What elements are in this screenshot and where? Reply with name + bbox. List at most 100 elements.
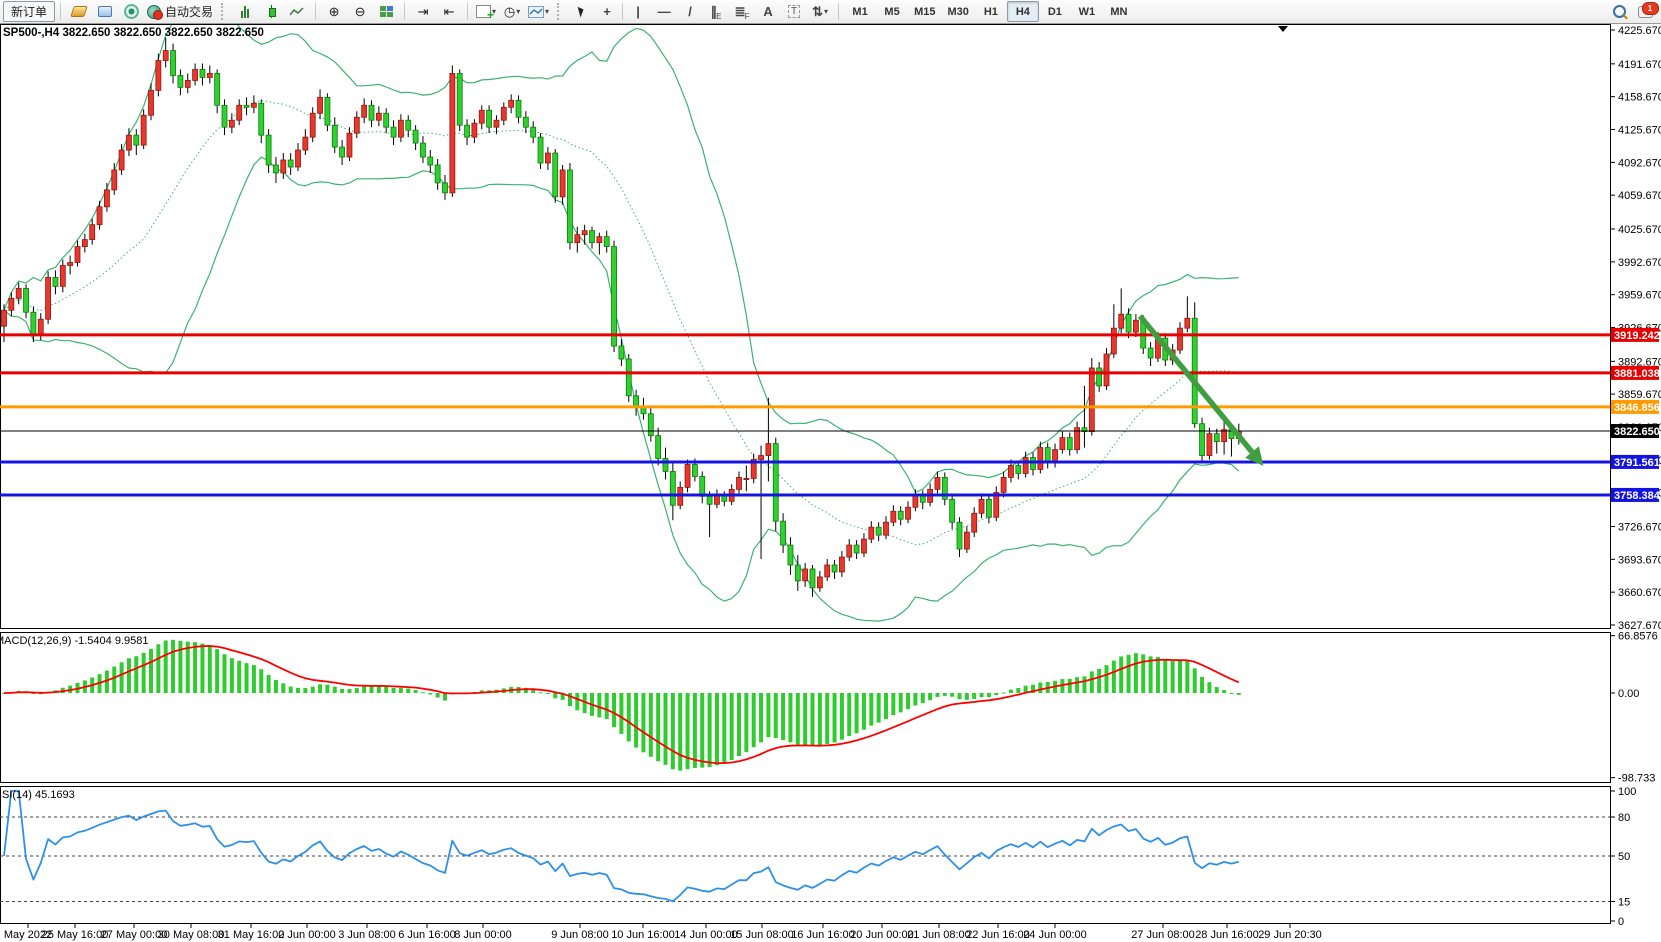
chart-shift-button[interactable]: ⇥ <box>410 1 436 22</box>
cursor-tool-button[interactable] <box>568 1 594 22</box>
candle-body <box>986 499 991 517</box>
timeframe-m15-button[interactable]: M15 <box>908 1 941 22</box>
fibonacci-tool-button[interactable]: ≣F <box>729 1 755 22</box>
candle-body <box>406 120 411 130</box>
macd-tick-label: 0.00 <box>1618 688 1639 700</box>
zoom-out-button[interactable]: ⊖ <box>347 1 373 22</box>
arrows-tool-button[interactable]: ⇅▾ <box>807 1 833 22</box>
macd-bar <box>877 693 881 723</box>
channel-tool-button[interactable]: ∥E <box>703 1 729 22</box>
macd-bar <box>649 693 653 757</box>
auto-trading-button[interactable]: 自动交易 <box>144 1 216 22</box>
candlestick-chart-button[interactable] <box>258 1 284 22</box>
new-order-button[interactable]: 新订单 <box>3 1 55 22</box>
new-chart-button[interactable]: ▾ <box>473 1 499 22</box>
candle-body <box>795 565 800 581</box>
macd-bar <box>700 693 704 768</box>
macd-bar <box>575 693 579 710</box>
chart-title: SP500-,H4 3822.650 3822.650 3822.650 382… <box>3 27 264 39</box>
macd-bar <box>1038 683 1042 693</box>
macd-bar <box>766 693 770 737</box>
periods-button[interactable]: ◷▾ <box>499 1 525 22</box>
candle-body <box>1038 448 1043 470</box>
timeframe-w1-button[interactable]: W1 <box>1071 1 1103 22</box>
auto-scroll-button[interactable]: ⇤ <box>436 1 462 22</box>
candle-body <box>884 522 889 535</box>
candle-body <box>244 105 249 107</box>
toolbar-drag-handle[interactable] <box>557 3 563 20</box>
strategy-tester-button[interactable] <box>118 1 144 22</box>
terminal-button[interactable] <box>92 1 118 22</box>
timeframe-m30-button[interactable]: M30 <box>941 1 974 22</box>
macd-bar <box>223 654 227 693</box>
templates-button[interactable]: ▾ <box>525 1 552 22</box>
candle-body <box>222 105 227 127</box>
candle-body <box>1126 314 1131 332</box>
timeframe-d1-button[interactable]: D1 <box>1039 1 1071 22</box>
search-button[interactable] <box>1606 1 1632 22</box>
price-label-box: 3846.856 <box>1611 400 1660 414</box>
toolbar-drag-handle[interactable] <box>221 3 227 20</box>
zoom-in-button[interactable]: ⊕ <box>321 1 347 22</box>
macd-bar <box>384 687 388 693</box>
chat-bubble-icon: 1 <box>1638 6 1653 18</box>
macd-bar <box>1002 693 1006 694</box>
tile-windows-button[interactable] <box>373 1 399 22</box>
candle-body <box>1200 424 1205 456</box>
macd-bar <box>950 693 954 697</box>
candle-body <box>516 100 521 117</box>
bar-chart-icon <box>241 6 249 18</box>
candle-body <box>957 522 962 549</box>
macd-bar <box>164 640 168 693</box>
timeframe-h1-button[interactable]: H1 <box>975 1 1007 22</box>
candle-body <box>773 444 778 522</box>
macd-bar <box>1222 690 1226 693</box>
candle-body <box>501 107 506 120</box>
text-tool-button[interactable]: A <box>755 1 781 22</box>
dropdown-caret-icon: ▾ <box>516 8 520 16</box>
terminal-icon <box>98 6 112 17</box>
notifications-button[interactable]: 1 <box>1632 1 1658 22</box>
macd-bar <box>1127 655 1131 693</box>
timeframe-mn-button[interactable]: MN <box>1103 1 1135 22</box>
candle-body <box>964 532 969 549</box>
arrows-icon: ⇅ <box>812 4 823 20</box>
macd-bar <box>325 685 329 693</box>
candle-body <box>171 51 176 76</box>
price-chart-svg[interactable]: 4225.6704191.6704158.6704125.6704092.670… <box>0 0 1661 942</box>
macd-bar <box>134 656 138 693</box>
time-tick-label: 31 May 16:00 <box>218 929 285 941</box>
candle-body <box>509 100 514 107</box>
candle-body <box>1111 328 1116 354</box>
macd-bar <box>1134 653 1138 693</box>
macd-bar <box>267 675 271 693</box>
timeframe-m5-button[interactable]: M5 <box>876 1 908 22</box>
macd-bar <box>296 688 300 693</box>
text-label-tool-button[interactable]: T <box>781 1 807 22</box>
trendline-tool-button[interactable]: / <box>677 1 703 22</box>
price-label-box: 3822.650 <box>1611 424 1660 438</box>
macd-bar <box>869 693 873 726</box>
vertical-line-tool-button[interactable]: | <box>625 1 651 22</box>
candle-body <box>207 73 212 77</box>
macd-bar <box>436 693 440 698</box>
candle-body <box>575 235 580 243</box>
bar-chart-button[interactable] <box>232 1 258 22</box>
macd-bar <box>928 693 932 700</box>
crosshair-tool-button[interactable]: + <box>594 1 620 22</box>
rsi-panel[interactable] <box>1 787 1611 924</box>
timeframe-h4-button[interactable]: H4 <box>1007 1 1039 22</box>
price-tick-label: 4158.670 <box>1618 92 1661 104</box>
candle-body <box>104 190 109 207</box>
time-tick-label: 9 Jun 08:00 <box>551 929 609 941</box>
candle-body <box>847 545 852 557</box>
line-chart-button[interactable] <box>284 1 310 22</box>
macd-bar <box>333 687 337 693</box>
market-watch-button[interactable] <box>66 1 92 22</box>
horizontal-line-tool-button[interactable]: — <box>651 1 677 22</box>
timeframe-m1-button[interactable]: M1 <box>844 1 876 22</box>
price-tick-label: 3992.670 <box>1618 257 1661 269</box>
candle-body <box>347 133 352 157</box>
toolbar-separator <box>622 3 623 20</box>
candle-body <box>457 73 462 125</box>
